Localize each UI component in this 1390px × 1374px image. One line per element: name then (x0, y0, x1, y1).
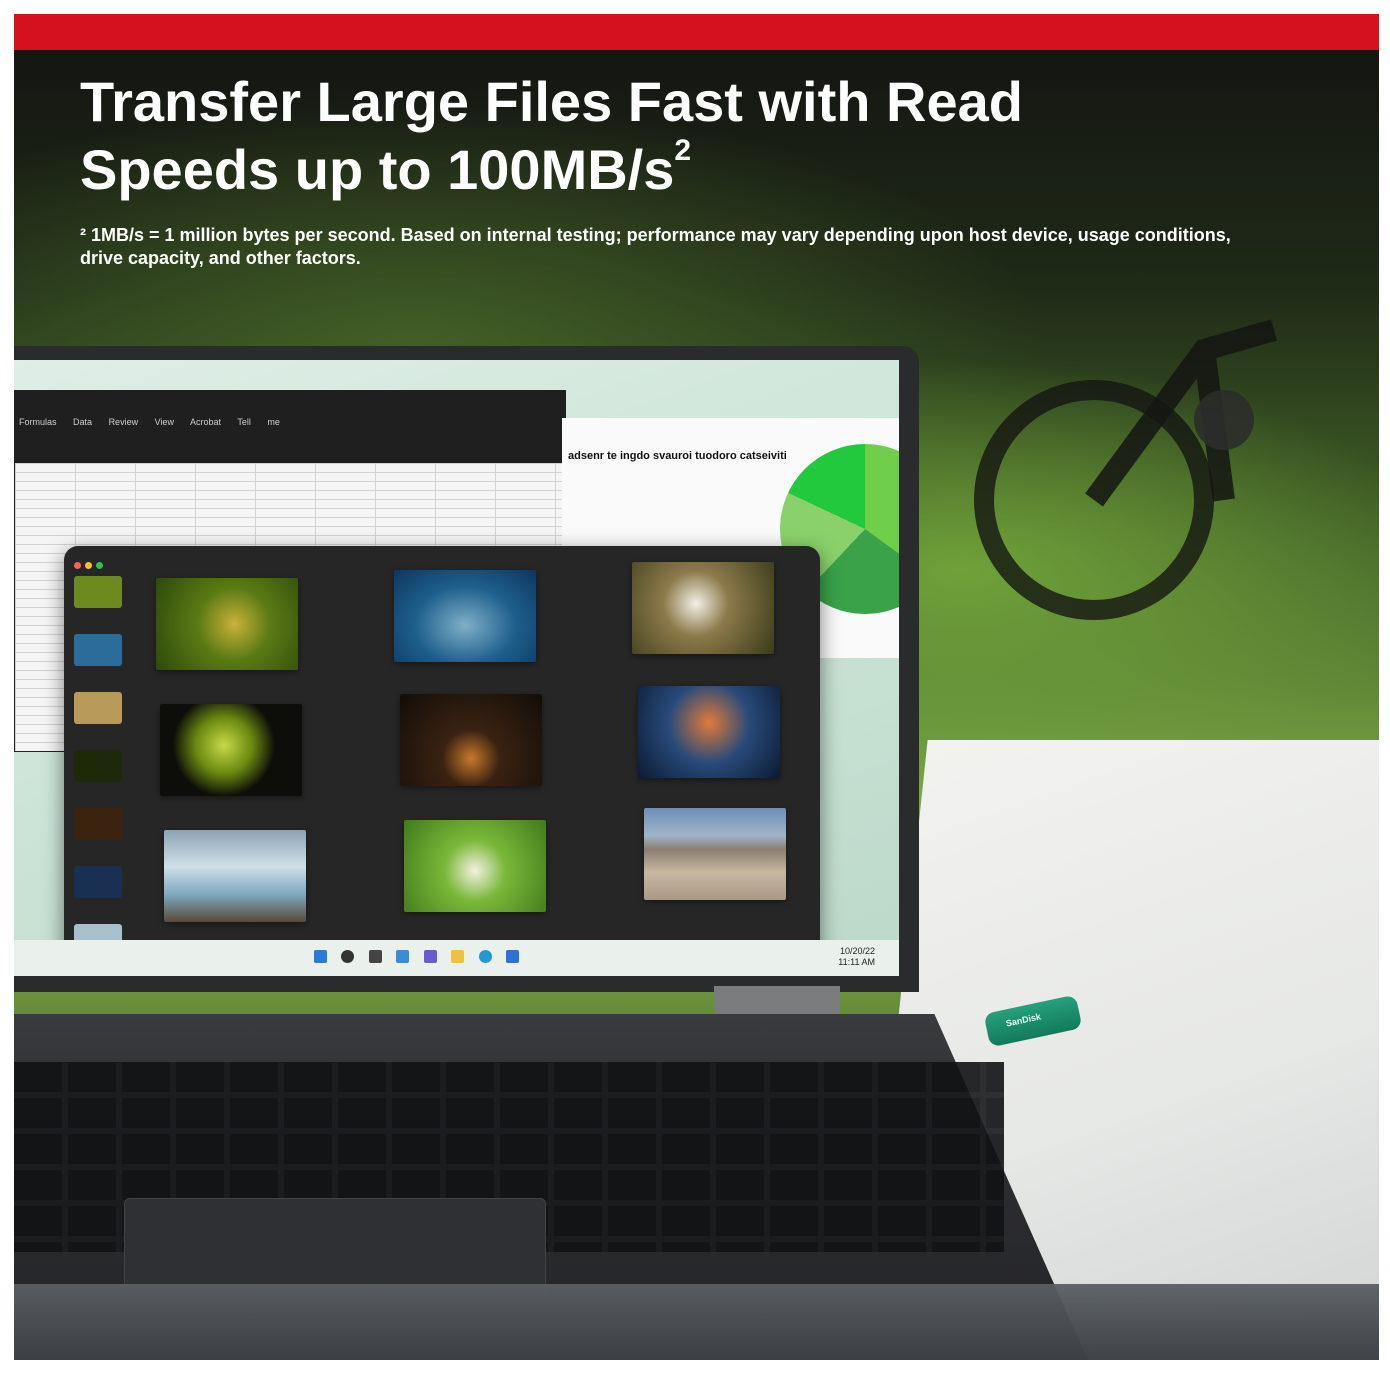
footnote-marker: 2 (674, 134, 692, 167)
ribbon-tab: Data (73, 417, 93, 427)
laptop-screen: Formulas Data Review View Acrobat Tell m… (14, 360, 899, 976)
foreground-cloth (14, 1284, 1379, 1360)
chat-icon (423, 950, 437, 963)
photo-glacier (164, 830, 306, 922)
windows-icon (314, 950, 327, 963)
clock-time: 11:11 AM (838, 957, 875, 967)
ribbon-tab: View (154, 417, 174, 427)
headline-line-2: Speeds up to 100MB/s (80, 138, 675, 201)
photo-sand-dunes (644, 808, 786, 900)
clock-date: 10/20/22 (839, 946, 875, 956)
photo-dandelion (632, 562, 774, 654)
photo-forest-night (400, 694, 542, 786)
headline-line-1: Transfer Large Files Fast with Read (80, 70, 1023, 133)
ribbon-tab: Formulas (19, 417, 57, 427)
bicycle-silhouette (974, 319, 1278, 620)
photo-bee-flower (404, 820, 546, 912)
photo-coral (638, 686, 780, 778)
widgets-icon (396, 950, 410, 963)
drive-brand-label: SanDisk (1004, 1011, 1042, 1029)
document-title: adsenr te ingdo svauroi tuodoro catseivi… (568, 450, 787, 462)
store-icon (506, 950, 520, 963)
window-controls (74, 556, 107, 574)
photo-whale (394, 570, 536, 662)
folder-icon (451, 950, 465, 963)
photo-gallery-window (64, 546, 820, 966)
thumbnail-strip (74, 576, 126, 956)
task-view-icon (368, 950, 382, 963)
footnote-text: ² 1MB/s = 1 million bytes per second. Ba… (80, 225, 1231, 268)
ribbon-tab: Review (108, 417, 139, 427)
taskbar-icons (314, 950, 529, 968)
product-image: Transfer Large Files Fast with Read Spee… (14, 14, 1379, 1360)
spreadsheet-ribbon: Formulas Data Review View Acrobat Tell m… (15, 391, 565, 463)
edge-icon (478, 950, 492, 963)
ribbon-tab: Acrobat (189, 417, 221, 427)
photo-insect (156, 578, 298, 670)
red-header-bar (14, 14, 1379, 50)
taskbar: 10/20/22 11:11 AM (14, 940, 899, 976)
ribbon-tab: Tell me (237, 417, 280, 427)
system-clock: 10/20/22 11:11 AM (838, 946, 875, 968)
photo-fern-spiral (160, 704, 302, 796)
laptop-hinge (714, 986, 840, 1016)
search-icon (341, 950, 355, 963)
headline: Transfer Large Files Fast with Read Spee… (80, 68, 1180, 204)
